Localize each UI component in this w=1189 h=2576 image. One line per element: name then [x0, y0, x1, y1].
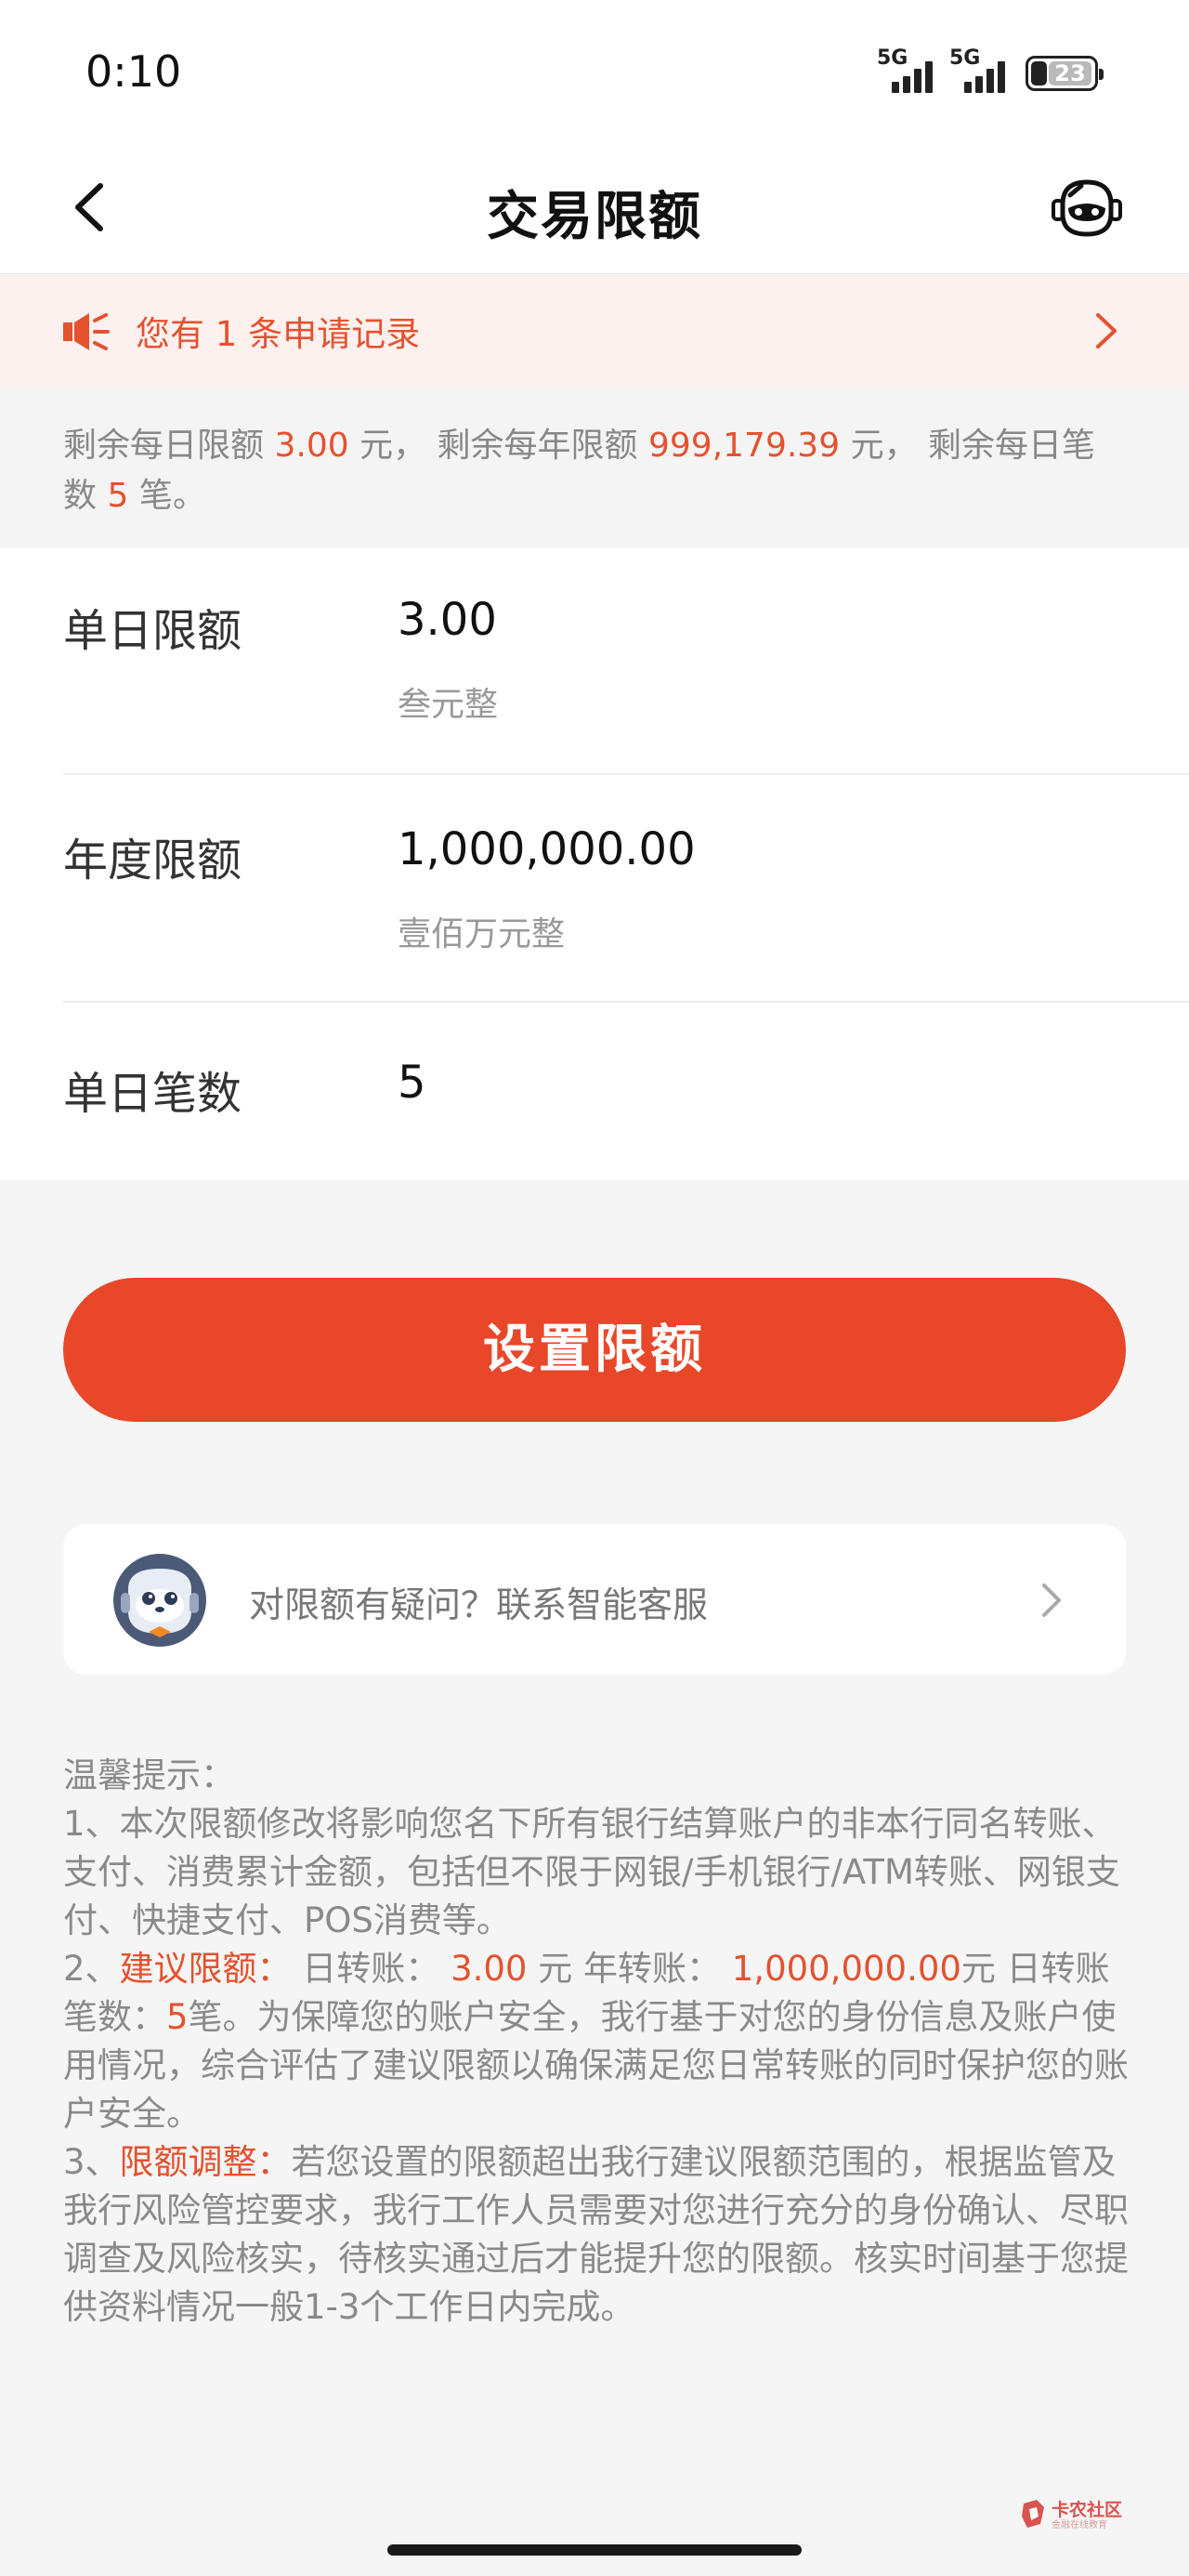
- speaker-icon: [63, 313, 110, 350]
- notice-text: 您有 1 条申请记录: [136, 314, 421, 354]
- chevron-right-icon: [1042, 1584, 1061, 1617]
- application-record-notice[interactable]: 您有 1 条申请记录: [0, 274, 1189, 388]
- limit-label: 年度限额: [63, 835, 242, 887]
- limit-row-yearly-amount[interactable]: 年度限额 1,000,000.00 壹佰万元整: [0, 775, 1189, 1003]
- remaining-limits-summary: 剩余每日限额 3.00 元， 剩余每年限额 999,179.39 元， 剩余每日…: [0, 388, 1189, 547]
- limit-value: 3.00: [398, 594, 497, 646]
- tips-section: 温馨提示： 1、本次限额修改将影响您名下所有银行结算账户的非本行同名转账、支付、…: [63, 1752, 1131, 2332]
- limit-row-daily-count[interactable]: 单日笔数 5: [0, 1003, 1189, 1180]
- tips-title: 温馨提示：: [63, 1755, 235, 1795]
- smart-service-card[interactable]: 对限额有疑问？联系智能客服: [63, 1524, 1126, 1675]
- limit-value: 1,000,000.00: [398, 823, 696, 875]
- battery-icon: 23: [1026, 56, 1104, 91]
- limit-row-daily-amount[interactable]: 单日限额 3.00 叁元整: [0, 547, 1189, 775]
- status-time: 0:10: [85, 46, 182, 97]
- page-title: 交易限额: [487, 187, 702, 247]
- tips-item-2: 2、建议限额： 日转账： 3.00 元 年转账： 1,000,000.00元 日…: [63, 1949, 1129, 2134]
- limit-amount-in-words: 叁元整: [398, 686, 499, 724]
- tips-item-1: 1、本次限额修改将影响您名下所有银行结算账户的非本行同名转账、支付、消费累计金额…: [63, 1804, 1120, 1940]
- home-indicator[interactable]: [387, 2544, 802, 2556]
- tips-item-3: 3、限额调整：若您设置的限额超出我行建议限额范围的，根据监管及我行风险管控要求，…: [63, 2142, 1129, 2327]
- set-limit-button[interactable]: 设置限额: [63, 1278, 1126, 1422]
- limit-label: 单日笔数: [63, 1068, 242, 1120]
- limit-label: 单日限额: [63, 605, 242, 657]
- status-bar: 0:10 5G 5G 23: [0, 0, 1189, 139]
- chevron-right-icon: [1096, 313, 1117, 348]
- limit-list: 单日限额 3.00 叁元整 年度限额 1,000,000.00 壹佰万元整 单日…: [0, 547, 1189, 1180]
- watermark-icon: [1022, 2500, 1044, 2528]
- customer-service-button[interactable]: [1050, 173, 1124, 243]
- robot-service-icon: [1052, 179, 1122, 237]
- nav-bar: 交易限额: [0, 139, 1189, 274]
- service-avatar-icon: [113, 1554, 206, 1647]
- service-prompt-text: 对限额有疑问？联系智能客服: [249, 1584, 709, 1625]
- limit-value: 5: [398, 1057, 426, 1109]
- signal-icon-1: 5G: [877, 46, 947, 95]
- signal-icon-2: 5G: [949, 46, 1020, 95]
- watermark-logo: 卡农社区 金融在线教育: [1020, 2496, 1131, 2533]
- limit-amount-in-words: 壹佰万元整: [398, 915, 566, 953]
